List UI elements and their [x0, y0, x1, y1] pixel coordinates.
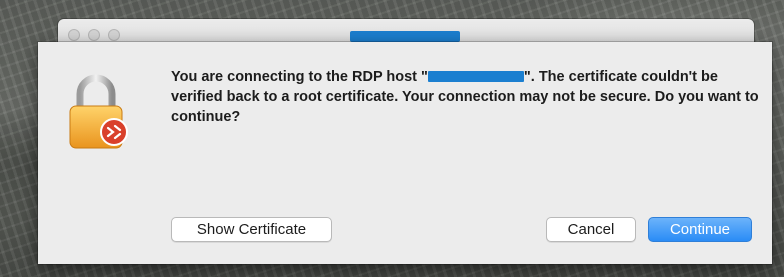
host-name-redacted [427, 71, 524, 82]
lock-icon [66, 72, 136, 152]
show-certificate-button[interactable]: Show Certificate [171, 217, 332, 242]
dialog-message: You are connecting to the RDP host " ". T… [171, 67, 759, 127]
continue-button[interactable]: Continue [648, 217, 752, 242]
message-text-start: You are connecting to the RDP host " [171, 69, 428, 85]
cancel-button[interactable]: Cancel [546, 217, 636, 242]
window-controls [68, 29, 120, 41]
certificate-warning-dialog: You are connecting to the RDP host " ". T… [38, 42, 772, 264]
close-window-button[interactable] [68, 29, 80, 41]
minimize-window-button[interactable] [88, 29, 100, 41]
window-title-redacted [350, 31, 460, 42]
zoom-window-button[interactable] [108, 29, 120, 41]
